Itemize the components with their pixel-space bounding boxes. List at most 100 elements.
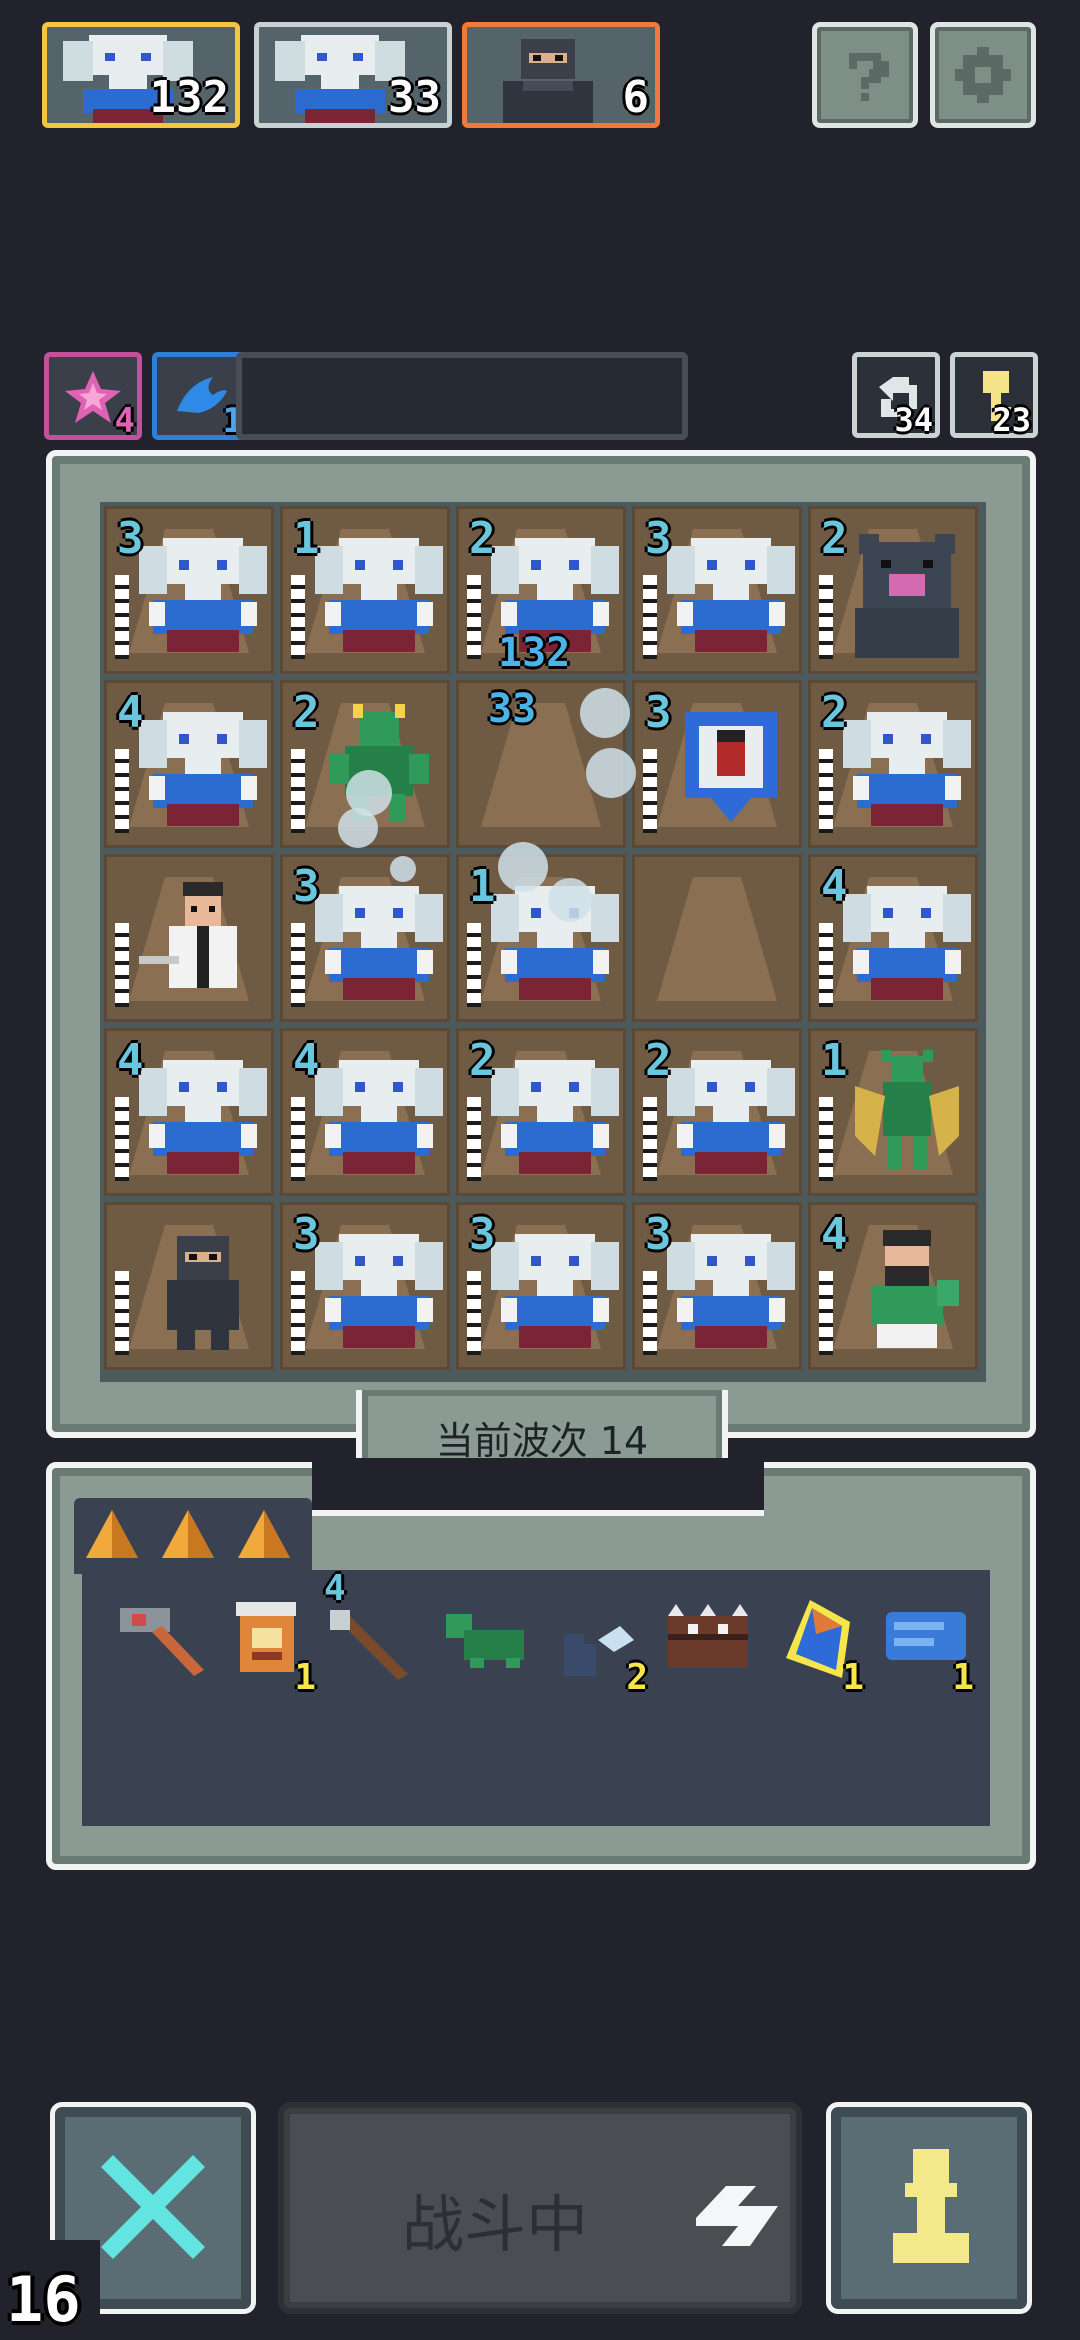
triangle-icon[interactable] [158,1504,218,1564]
unit-level: 2 [645,1035,672,1086]
triangle-icon[interactable] [82,1504,142,1564]
hero-card-1[interactable]: 132 [42,22,240,128]
buff-progress-bar [236,352,688,440]
health-bar [643,1097,657,1181]
board-cell[interactable]: 4 [280,1028,450,1196]
unit-level: 4 [293,1035,320,1086]
elephant-unit-icon [667,1234,795,1348]
crossed-swords-icon [101,2155,205,2259]
board-cell[interactable]: 3 [280,1202,450,1370]
pawn-icon [893,2149,969,2263]
unit-level: 3 [293,861,320,912]
board-cell[interactable]: 2 [808,506,978,674]
inventory-item-crystal[interactable]: 1 [770,1594,866,1698]
speed-label: 16 [6,2263,81,2336]
unit-level: 1 [821,1035,848,1086]
unit-level: 3 [117,513,144,564]
dragon-unit-icon [329,704,429,822]
unit-level: 1 [293,513,320,564]
frost-particle [498,842,548,892]
unit-level: 2 [821,687,848,738]
health-bar [819,1271,833,1355]
board-cell[interactable]: 3 [632,1202,802,1370]
hero-card-2[interactable]: 33 [254,22,452,128]
health-bar [115,1097,129,1181]
health-bar [291,923,305,1007]
unit-level: 4 [117,1035,144,1086]
health-bar [467,1271,481,1355]
buff-count: 4 [114,401,135,441]
board-cell[interactable]: 4 [104,1028,274,1196]
inventory-item-hammer[interactable] [112,1594,208,1690]
question-icon [849,53,889,101]
ninja-portrait-icon [503,39,593,123]
game-speed-indicator[interactable]: 16 [0,2240,100,2340]
board-cell[interactable] [632,854,802,1022]
unit-level: 2 [469,1035,496,1086]
health-bar [643,749,657,833]
inventory-item-wing-boot[interactable]: 2 [554,1594,650,1698]
health-bar [819,923,833,1007]
hero-count: 6 [622,72,650,123]
inventory-item-spiked-chest[interactable] [660,1594,756,1690]
inventory-item-turtle[interactable] [440,1594,536,1690]
shrine-unit-icon [685,712,777,822]
board-cell[interactable]: 4 [808,1202,978,1370]
board-cell[interactable]: 3 [632,680,802,848]
board-cell[interactable]: 3 [456,1202,626,1370]
unit-level: 3 [645,513,672,564]
board-cell[interactable]: 4 [104,680,274,848]
health-bar [291,575,305,659]
refresh-counter[interactable]: 34 [852,352,940,439]
unit-level: 4 [821,861,848,912]
board-cell[interactable]: 4 [808,854,978,1022]
battle-status-button[interactable]: 战斗中 [278,2102,802,2314]
unit-level: 3 [645,1209,672,1260]
inventory-item-scroll[interactable]: 1 [880,1594,976,1698]
board-cell[interactable]: 1 [808,1028,978,1196]
board-cell[interactable] [104,854,274,1022]
unit-level: 3 [469,1209,496,1260]
elephant-unit-icon [139,712,267,826]
unit-level: 4 [117,687,144,738]
frost-particle [390,856,416,882]
triangle-icon[interactable] [234,1504,294,1564]
elephant-unit-icon [139,1060,267,1174]
unit-level: 4 [821,1209,848,1260]
inventory-item-staff[interactable]: 4 [322,1568,418,1690]
pawn-button[interactable] [826,2102,1032,2314]
unit-level: 3 [645,687,672,738]
elephant-unit-icon [315,1234,443,1348]
damage-popup: 132 [498,630,571,676]
health-bar [467,575,481,659]
ninja-unit-icon [167,1236,239,1350]
settings-button[interactable] [930,22,1036,128]
help-button[interactable] [812,22,918,128]
hero-card-3[interactable]: 6 [462,22,660,128]
board-cell[interactable] [104,1202,274,1370]
elephant-unit-icon [843,712,971,826]
board-cell[interactable]: 2 [808,680,978,848]
key-counter[interactable]: 23 [950,352,1038,439]
elephant-unit-icon [491,1234,619,1348]
board-cell[interactable]: 3 [632,506,802,674]
battle-label: 战斗中 [402,2188,589,2261]
inventory-item-lantern[interactable]: 1 [222,1594,318,1698]
health-bar [819,749,833,833]
board-cell[interactable]: 3 [280,854,450,1022]
turtle-icon [446,1614,524,1668]
board-cell[interactable]: 3 [104,506,274,674]
frost-particle [580,688,630,738]
refresh-count: 34 [894,401,933,439]
board-cell[interactable]: 1 [280,506,450,674]
hero-count: 132 [149,72,229,123]
health-bar [643,1271,657,1355]
unit-level: 3 [293,1209,320,1260]
board-cell[interactable]: 2 [632,1028,802,1196]
unit-level: 1 [469,861,496,912]
health-bar [291,749,305,833]
fast-forward-icon [696,2186,778,2246]
mantis-unit-icon [855,1050,959,1170]
buff-star[interactable]: 4 [44,352,142,441]
board-cell[interactable]: 2 [456,1028,626,1196]
